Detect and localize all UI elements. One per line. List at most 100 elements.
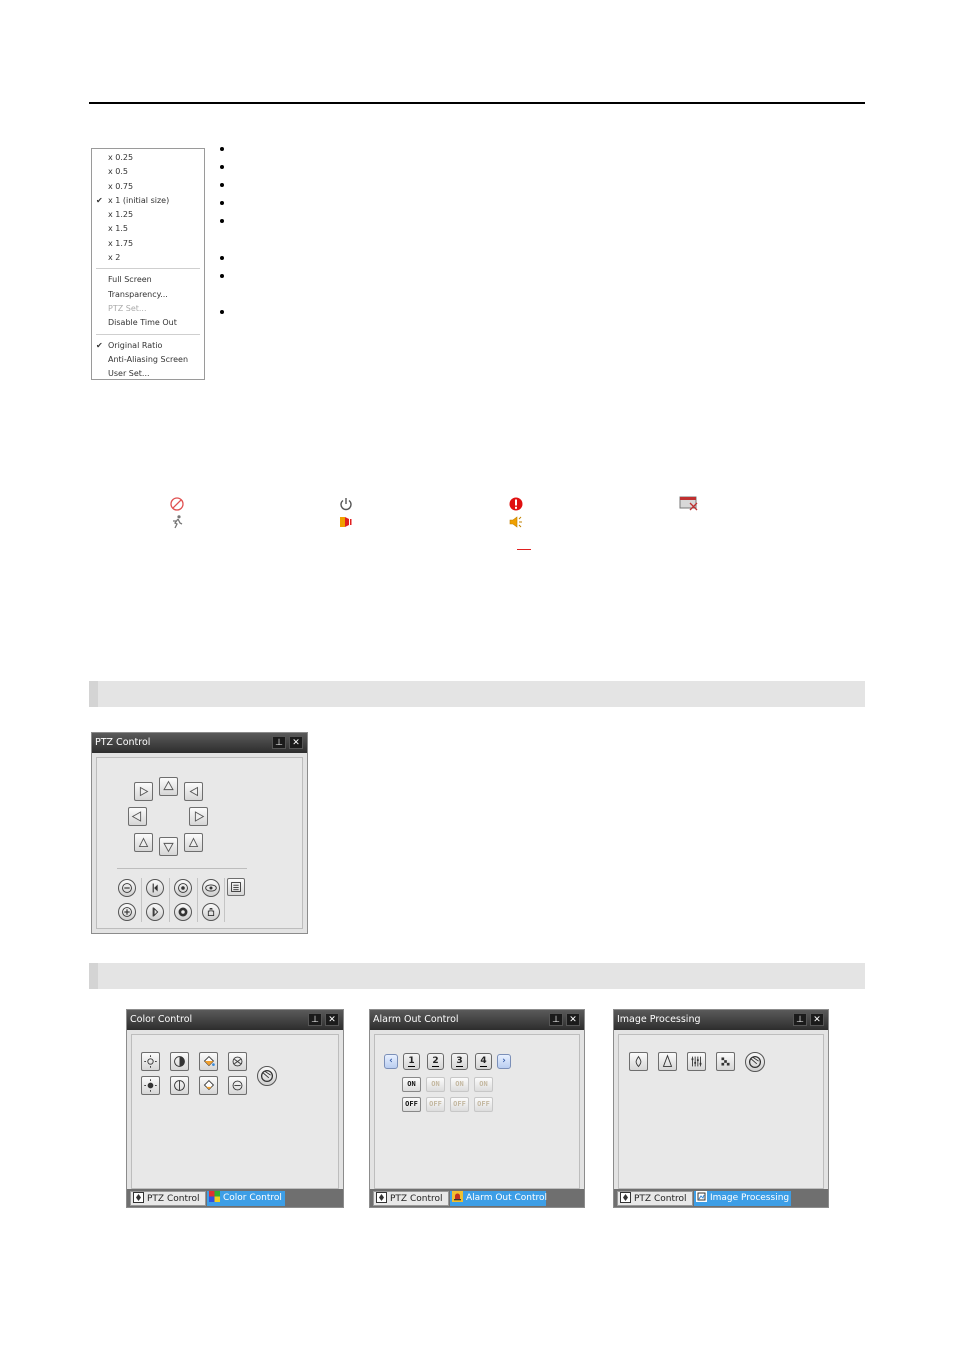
pin-button[interactable]: ⊥: [308, 1013, 322, 1026]
pan-down-right-button[interactable]: [184, 833, 203, 852]
menu-item-original-ratio[interactable]: ✔ Original Ratio: [92, 339, 204, 353]
bullet: [219, 199, 225, 205]
tab-color-control[interactable]: Color Control: [207, 1191, 285, 1206]
hue-down-button[interactable]: [228, 1076, 247, 1095]
pin-button[interactable]: ⊥: [549, 1013, 563, 1026]
iris-open-button[interactable]: [174, 903, 192, 921]
alarm-1-on-button[interactable]: ON: [402, 1077, 421, 1092]
menu-item-zoom-1[interactable]: ✔ x 1 (initial size): [92, 194, 204, 208]
menu-item-disable-time-out[interactable]: Disable Time Out: [92, 316, 204, 330]
arrow-down-left-icon: [138, 837, 149, 847]
tab-alarm-out-control[interactable]: Alarm Out Control: [450, 1191, 547, 1206]
ptz-panel-body: [96, 757, 303, 929]
channel-2-button[interactable]: 2: [427, 1053, 444, 1070]
panel-title: PTZ Control: [95, 737, 151, 748]
tab-ptz-control[interactable]: PTZ Control: [617, 1191, 693, 1206]
menu-item-zoom-2[interactable]: x 2: [92, 251, 204, 265]
pan-left-button[interactable]: [128, 807, 147, 826]
focus-near-icon: [152, 883, 158, 893]
interpolate-button[interactable]: [716, 1052, 735, 1071]
pin-button[interactable]: ⊥: [793, 1013, 807, 1026]
menu-item-zoom-0-25[interactable]: x 0.25: [92, 151, 204, 165]
paint-bucket-low-icon: [203, 1079, 215, 1091]
ptz-control-panel: PTZ Control ⊥ ✕: [91, 732, 308, 934]
alarm-4-on-button[interactable]: ON: [474, 1077, 493, 1092]
menu-item-zoom-1-5[interactable]: x 1.5: [92, 222, 204, 236]
saturation-down-button[interactable]: [199, 1076, 218, 1095]
hue-up-button[interactable]: [228, 1052, 247, 1071]
saturation-up-button[interactable]: [199, 1052, 218, 1071]
blur-button[interactable]: [629, 1052, 648, 1071]
hand-icon: [207, 908, 215, 916]
equalize-button[interactable]: [687, 1052, 706, 1071]
image-reset-button[interactable]: [745, 1052, 765, 1072]
iris-close-button[interactable]: [174, 879, 192, 897]
header-rule: [89, 102, 865, 104]
menu-item-zoom-1-75[interactable]: x 1.75: [92, 237, 204, 251]
menu-item-zoom-0-5[interactable]: x 0.5: [92, 165, 204, 179]
channel-3-button[interactable]: 3: [451, 1053, 468, 1070]
screen-context-menu: x 0.25 x 0.5 x 0.75 ✔ x 1 (initial size) …: [91, 148, 205, 380]
menu-button[interactable]: [227, 878, 245, 896]
alarm-panel-title-bar[interactable]: Alarm Out Control ⊥ ✕: [370, 1010, 584, 1030]
menu-item-user-set[interactable]: User Set...: [92, 367, 204, 381]
alarm-2-off-button[interactable]: OFF: [426, 1097, 445, 1112]
pan-up-right-button[interactable]: [184, 782, 203, 801]
menu-item-transparency[interactable]: Transparency...: [92, 288, 204, 302]
pan-down-left-button[interactable]: [134, 833, 153, 852]
menu-item-zoom-1-25[interactable]: x 1.25: [92, 208, 204, 222]
alert-icon: [509, 497, 523, 511]
tab-ptz-control[interactable]: PTZ Control: [373, 1191, 449, 1206]
menu-item-full-screen[interactable]: Full Screen: [92, 273, 204, 287]
alarm-3-on-button[interactable]: ON: [450, 1077, 469, 1092]
brightness-up-button[interactable]: [141, 1052, 160, 1071]
preset-set-button[interactable]: [202, 903, 220, 921]
next-page-button[interactable]: ›: [497, 1054, 511, 1069]
close-button[interactable]: ✕: [810, 1013, 824, 1026]
refresh-icon: [748, 1055, 762, 1069]
image-panel-title-bar[interactable]: Image Processing ⊥ ✕: [614, 1010, 828, 1030]
pan-up-left-button[interactable]: [134, 782, 153, 801]
zoom-out-button[interactable]: [118, 879, 136, 897]
bullet: [219, 308, 225, 314]
eye-icon: [205, 884, 217, 892]
panel-title: Alarm Out Control: [373, 1014, 459, 1025]
prev-page-button[interactable]: ‹: [384, 1054, 398, 1069]
arrow-right-icon: [194, 811, 205, 822]
close-button[interactable]: ✕: [566, 1013, 580, 1026]
tilt-up-button[interactable]: [159, 777, 178, 796]
alarm-3-off-button[interactable]: OFF: [450, 1097, 469, 1112]
pan-right-button[interactable]: [189, 807, 208, 826]
focus-near-button[interactable]: [146, 879, 164, 897]
menu-item-anti-aliasing[interactable]: Anti-Aliasing Screen: [92, 353, 204, 367]
tab-ptz-control[interactable]: PTZ Control: [130, 1191, 206, 1206]
color-panel-title-bar[interactable]: Color Control ⊥ ✕: [127, 1010, 343, 1030]
alarm-2-on-button[interactable]: ON: [426, 1077, 445, 1092]
tilt-down-button[interactable]: [159, 837, 178, 856]
menu-item-zoom-0-75[interactable]: x 0.75: [92, 180, 204, 194]
channel-4-button[interactable]: 4: [475, 1053, 492, 1070]
contrast-down-button[interactable]: [170, 1076, 189, 1095]
alarm-1-off-button[interactable]: OFF: [402, 1097, 421, 1112]
channel-1-button[interactable]: 1: [403, 1053, 420, 1070]
alarm-in-icon: [340, 517, 352, 527]
ptz-icon: [620, 1192, 631, 1203]
sharpen-button[interactable]: [658, 1052, 677, 1071]
image-processing-panel: Image Processing ⊥ ✕ PTZ Control Image P…: [613, 1009, 829, 1208]
bullet: [219, 254, 225, 260]
ptz-panel-title-bar[interactable]: PTZ Control ⊥ ✕: [92, 733, 307, 753]
pin-button[interactable]: ⊥: [272, 736, 286, 749]
close-button[interactable]: ✕: [325, 1013, 339, 1026]
check-icon: ✔: [96, 340, 103, 350]
arrow-left-icon: [131, 811, 142, 822]
list-icon: [231, 882, 241, 892]
brightness-down-button[interactable]: [141, 1076, 160, 1095]
alarm-4-off-button[interactable]: OFF: [474, 1097, 493, 1112]
close-button[interactable]: ✕: [289, 736, 303, 749]
color-reset-button[interactable]: [257, 1066, 277, 1086]
preset-view-button[interactable]: [202, 879, 220, 897]
zoom-in-button[interactable]: [118, 903, 136, 921]
focus-far-button[interactable]: [146, 903, 164, 921]
tab-image-processing[interactable]: Image Processing: [694, 1191, 791, 1206]
contrast-up-button[interactable]: [170, 1052, 189, 1071]
